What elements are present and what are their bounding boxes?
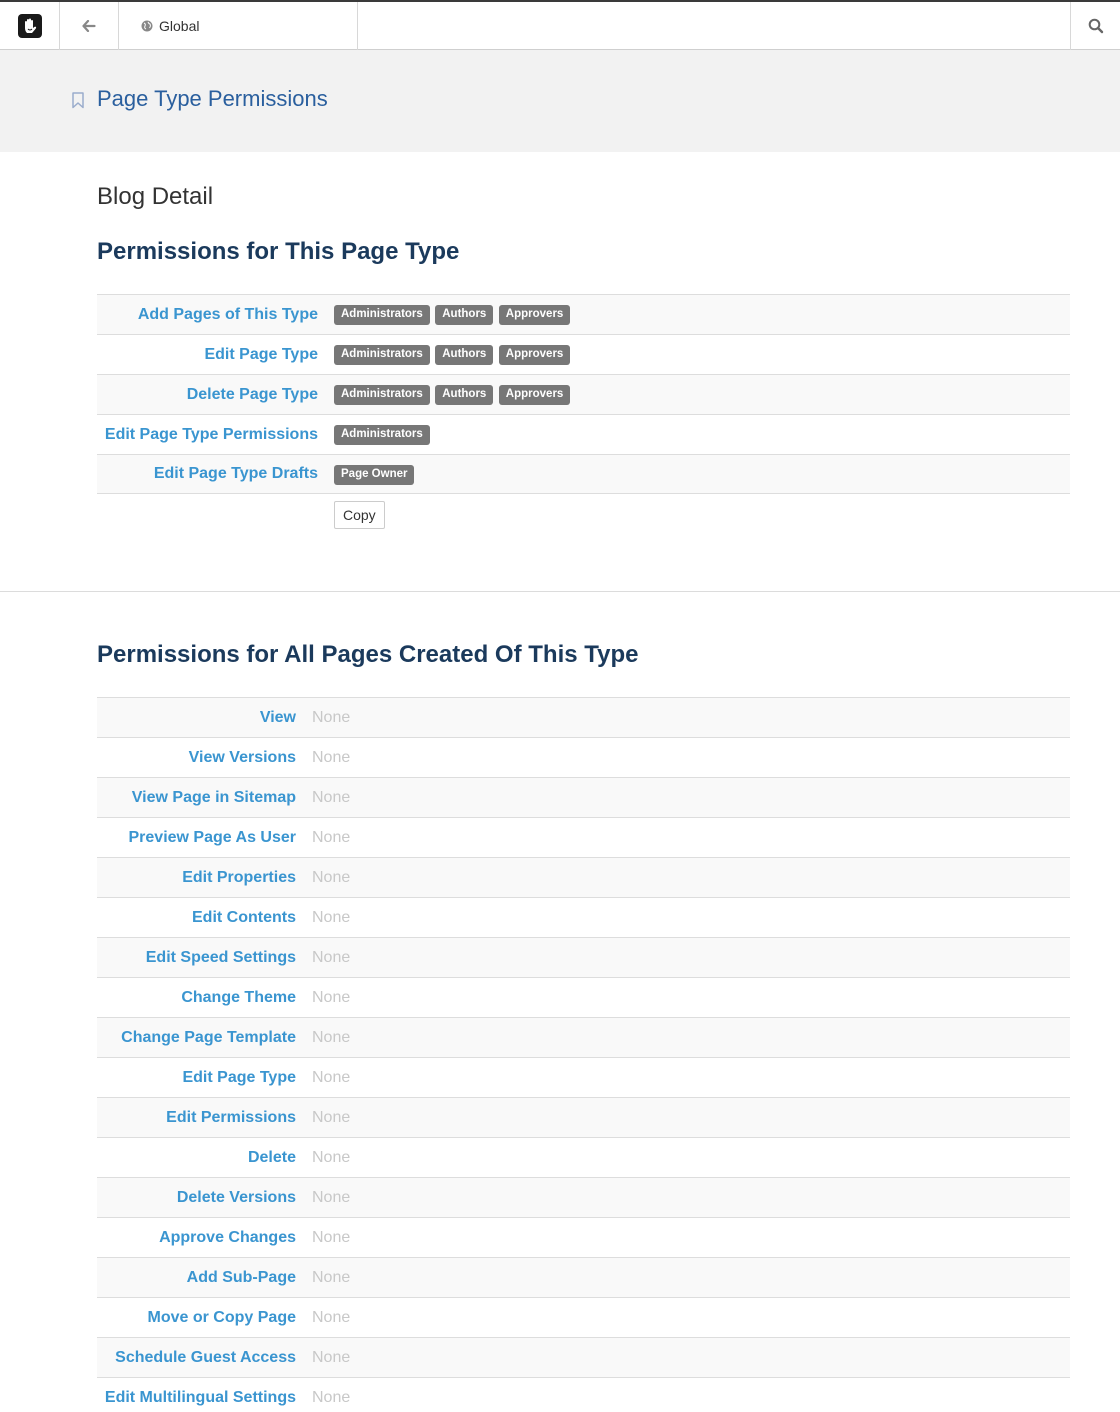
group-badge: Administrators (334, 345, 430, 365)
table-row: Edit Contents None (97, 897, 1070, 938)
table-row: Add Pages of This Type Administrators Aut… (97, 294, 1070, 335)
table-row: Edit Page Type None (97, 1057, 1070, 1098)
permission-link[interactable]: Edit Page Type Drafts (154, 465, 318, 482)
arrow-left-icon (82, 20, 96, 32)
group-badge: Approvers (498, 345, 571, 365)
all-pages-permissions-table: View None View Versions None View Page in Si… (97, 697, 1070, 1412)
table-row: Delete Versions None (97, 1177, 1070, 1218)
table-row: Edit Multilingual Settings None (97, 1377, 1070, 1412)
none-value: None (312, 868, 351, 886)
permission-link[interactable]: Edit Properties (182, 869, 296, 886)
table-row: Change Theme None (97, 977, 1070, 1018)
page-title: Page Type Permissions (97, 86, 328, 111)
table-row: Move or Copy Page None (97, 1297, 1070, 1338)
table-row: Edit Page Type Permissions Administrators (97, 414, 1070, 455)
permission-link[interactable]: Schedule Guest Access (115, 1349, 296, 1366)
section-title-all-pages: Permissions for All Pages Created Of Thi… (97, 641, 639, 668)
permission-link[interactable]: Delete Page Type (187, 386, 318, 403)
permission-link[interactable]: Add Pages of This Type (138, 306, 318, 323)
none-value: None (312, 1268, 351, 1286)
none-value: None (312, 1148, 351, 1166)
none-value: None (312, 828, 351, 846)
table-row: Schedule Guest Access None (97, 1337, 1070, 1378)
table-row: Delete None (97, 1137, 1070, 1178)
group-badge: Approvers (498, 305, 571, 325)
copy-button[interactable]: Copy (334, 500, 385, 529)
none-value: None (312, 1068, 351, 1086)
page-type-name: Blog Detail (97, 183, 214, 210)
global-label: Global (159, 18, 200, 34)
globe-icon (141, 20, 153, 32)
table-row: Approve Changes None (97, 1217, 1070, 1258)
none-value: None (312, 1028, 351, 1046)
section-title-page-type: Permissions for This Page Type (97, 238, 460, 265)
logo-button[interactable] (0, 2, 60, 50)
group-badge: Page Owner (334, 464, 415, 485)
search-button[interactable] (1070, 2, 1120, 50)
page-type-permissions-table: Add Pages of This Type Administrators Aut… (97, 294, 1070, 538)
permission-link[interactable]: Edit Contents (192, 909, 296, 926)
table-row: Edit Permissions None (97, 1097, 1070, 1138)
group-badge: Authors (435, 385, 494, 405)
concrete5-hand-logo-icon (17, 14, 42, 38)
none-value: None (312, 788, 351, 806)
permission-link[interactable]: Edit Multilingual Settings (105, 1389, 296, 1406)
table-row: Edit Properties None (97, 857, 1070, 898)
none-value: None (312, 1228, 351, 1246)
group-badge: Administrators (334, 425, 430, 445)
table-row: View Page in Sitemap None (97, 777, 1070, 818)
table-row: Edit Speed Settings None (97, 937, 1070, 978)
group-badge: Authors (435, 305, 494, 325)
permission-link[interactable]: Edit Page Type Permissions (105, 426, 318, 443)
none-value: None (312, 908, 351, 926)
group-badge: Administrators (334, 385, 430, 405)
permission-link[interactable]: Add Sub-Page (187, 1269, 296, 1286)
table-row: Add Sub-Page None (97, 1257, 1070, 1298)
none-value: None (312, 1348, 351, 1366)
top-toolbar: Global (0, 0, 1120, 50)
permission-link[interactable]: Edit Permissions (166, 1109, 296, 1126)
page-header: Page Type Permissions (0, 50, 1120, 152)
bookmark-icon[interactable] (71, 92, 85, 109)
permission-link[interactable]: Change Page Template (121, 1029, 296, 1046)
permission-link[interactable]: View Versions (189, 749, 296, 766)
none-value: None (312, 948, 351, 966)
group-badge: Authors (435, 345, 494, 365)
permission-link[interactable]: Edit Speed Settings (146, 949, 296, 966)
table-row: Preview Page As User None (97, 817, 1070, 858)
permission-link[interactable]: Delete (248, 1149, 296, 1166)
back-button[interactable] (60, 2, 119, 50)
permission-link[interactable]: Change Theme (181, 989, 296, 1006)
permission-link[interactable]: Edit Page Type (182, 1069, 296, 1086)
none-value: None (312, 988, 351, 1006)
table-row: Delete Page Type Administrators Authors A… (97, 374, 1070, 415)
none-value: None (312, 1188, 351, 1206)
table-row: Edit Page Type Administrators Authors App… (97, 334, 1070, 375)
group-badge: Approvers (498, 385, 571, 405)
permission-link[interactable]: Edit Page Type (204, 346, 318, 363)
permission-link[interactable]: Preview Page As User (129, 829, 297, 846)
none-value: None (312, 1388, 351, 1406)
none-value: None (312, 1108, 351, 1126)
section-divider (0, 591, 1120, 592)
table-row: Edit Page Type Drafts Page Owner (97, 454, 1070, 494)
permission-link[interactable]: Delete Versions (177, 1189, 296, 1206)
permission-link[interactable]: View Page in Sitemap (132, 789, 296, 806)
search-icon (1088, 18, 1103, 34)
permission-link[interactable]: Move or Copy Page (148, 1309, 296, 1326)
none-value: None (312, 1308, 351, 1326)
table-row: View Versions None (97, 737, 1070, 778)
global-areas-button[interactable]: Global (119, 2, 358, 50)
table-row: Change Page Template None (97, 1017, 1070, 1058)
table-row: View None (97, 697, 1070, 738)
group-badge: Administrators (334, 305, 430, 325)
copy-row: Copy (97, 493, 1070, 538)
none-value: None (312, 708, 351, 726)
none-value: None (312, 748, 351, 766)
permission-link[interactable]: View (260, 709, 296, 726)
permission-link[interactable]: Approve Changes (159, 1229, 296, 1246)
